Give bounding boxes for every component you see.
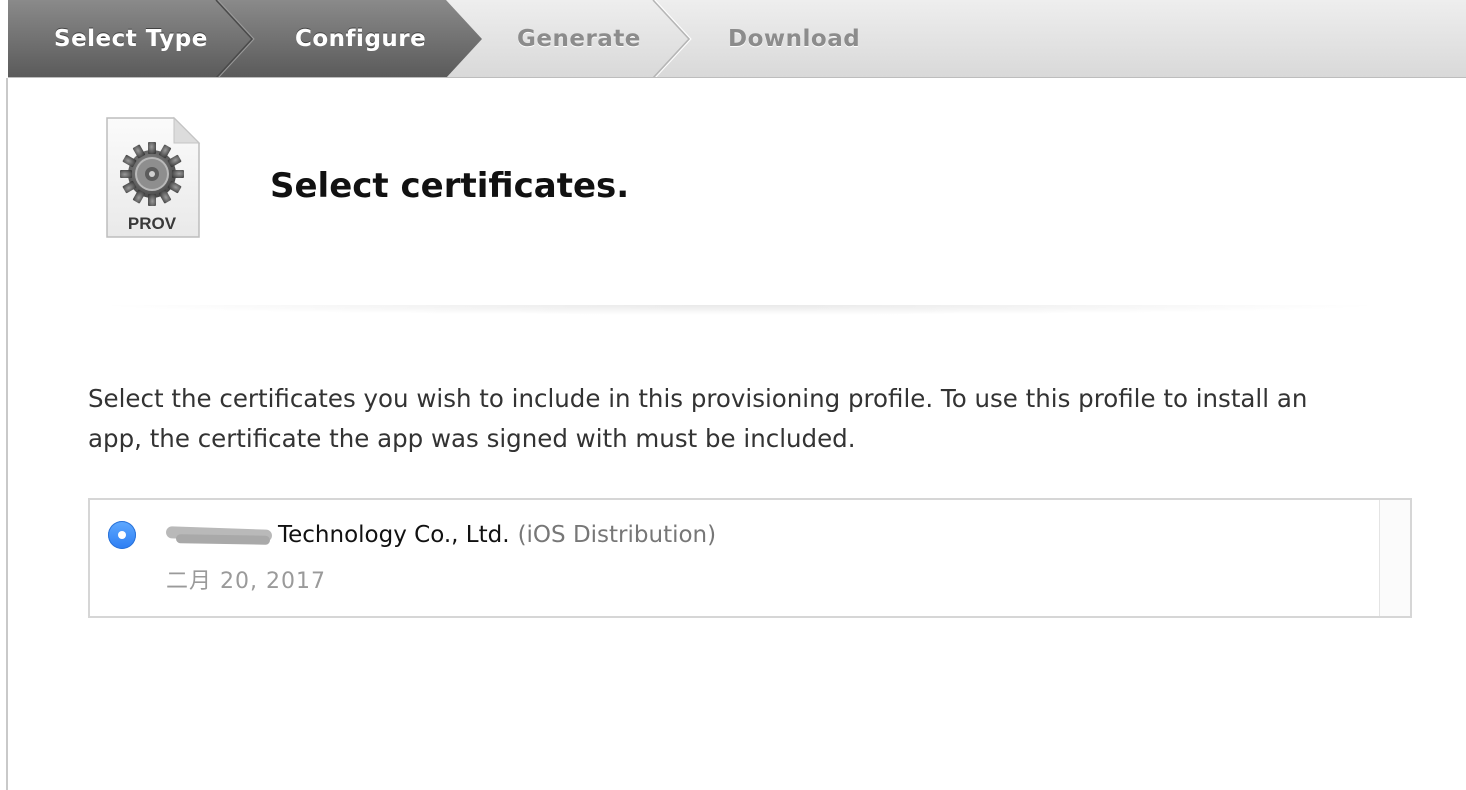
page-title: Select certificates. — [270, 166, 630, 206]
step-download: Download — [728, 26, 861, 52]
certificate-name-row: Technology Co., Ltd. (iOS Distribution) — [165, 518, 717, 552]
certificate-list-scrollbar[interactable] — [1379, 500, 1410, 616]
section-divider — [90, 305, 1390, 315]
prov-icon-label: PROV — [128, 214, 177, 233]
radio-selected-dot — [118, 531, 126, 539]
step-configure: Configure — [295, 26, 427, 52]
wizard-steps-bar: Select Type Configure Generate Download — [8, 0, 1466, 78]
certificate-list: Technology Co., Ltd. (iOS Distribution) 二… — [88, 498, 1412, 618]
content-left-border — [6, 78, 8, 790]
certificate-radio-button[interactable] — [108, 521, 136, 549]
certificate-type: (iOS Distribution) — [517, 522, 717, 548]
certificate-list-item[interactable]: Technology Co., Ltd. (iOS Distribution) 二… — [90, 500, 1380, 616]
step-generate: Generate — [517, 26, 641, 52]
redacted-company-name — [165, 523, 273, 549]
certificate-name: Technology Co., Ltd. — [278, 522, 510, 548]
step-select-type[interactable]: Select Type — [54, 0, 208, 77]
provisioning-profile-icon: PROV — [104, 116, 202, 246]
certificate-expiration-date: 二月 20, 2017 — [166, 569, 326, 594]
instructions-text: Select the certificates you wish to incl… — [88, 384, 1308, 453]
page: Select Type Configure Generate Download — [0, 0, 1466, 790]
